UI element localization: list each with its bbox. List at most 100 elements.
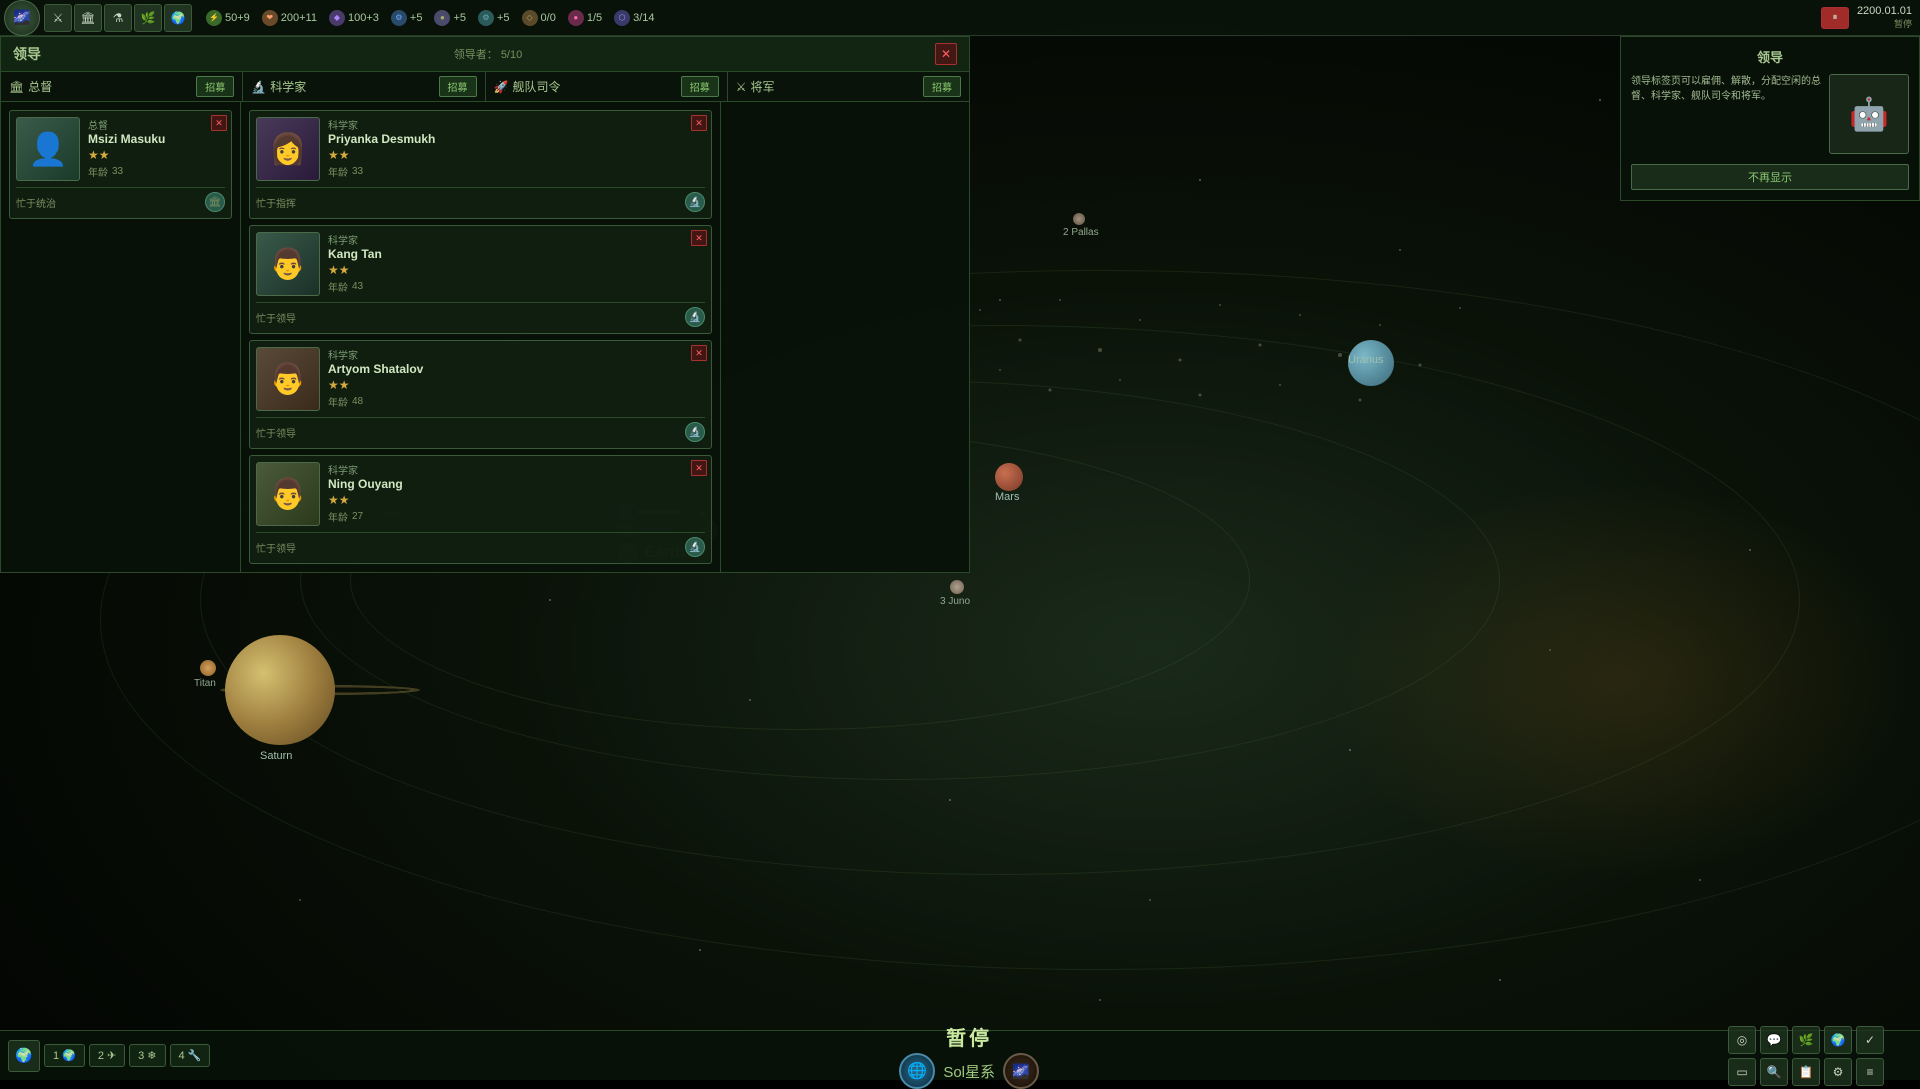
scientist-name-2: Artyom Shatalov	[328, 362, 705, 376]
governor-status-0: 忙于统治 🏛	[16, 187, 225, 212]
top-bar: 🌌 ⚔ 🏛 ⚗ 🌿 🌍 ⚡ 50+9 ❤ 200+11 ◆ 100+3 ⚙ +5…	[0, 0, 1920, 36]
governor-recruit-button[interactable]: 招募	[196, 76, 234, 97]
governor-type-0: 总督	[88, 117, 225, 132]
br-icon-6[interactable]: ▭	[1728, 1058, 1756, 1086]
scientist-card-2[interactable]: 👨 科学家 Artyom Shatalov ★★ 年龄 48 ✕ 忙于领导 🔬	[249, 340, 712, 449]
governor-icon: 🏛	[9, 80, 24, 94]
br-icon-4[interactable]: 🌍	[1824, 1026, 1852, 1054]
scientist-portrait-1: 👨	[256, 232, 320, 296]
br-icon-5[interactable]: ✓	[1856, 1026, 1884, 1054]
top-icon-1[interactable]: ⚔	[44, 4, 72, 32]
leaders-body: 👤 总督 Msizi Masuku ★★ 年龄 33 ✕ 忙于统治 🏛	[1, 102, 969, 572]
scientist-age-label-1: 年龄	[328, 279, 348, 294]
governor-card-0[interactable]: 👤 总督 Msizi Masuku ★★ 年龄 33 ✕ 忙于统治 🏛	[9, 110, 232, 219]
br-icon-8[interactable]: 📋	[1792, 1058, 1820, 1086]
scientist-tab-label: 🔬 科学家	[251, 78, 438, 95]
scientist-stars-3: ★★	[328, 493, 705, 507]
br-icon-10[interactable]: ≡	[1856, 1058, 1884, 1086]
br-icon-9[interactable]: ⚙	[1824, 1058, 1852, 1086]
system-galaxy-icon[interactable]: 🌌	[1003, 1053, 1039, 1089]
resource-unity: ● +5	[428, 8, 472, 28]
saturn-label: Saturn	[260, 750, 292, 762]
panel-close-button[interactable]: ✕	[935, 43, 957, 65]
governor-dismiss-button-0[interactable]: ✕	[211, 115, 227, 131]
bottom-tab-2[interactable]: 2 ✈	[89, 1044, 125, 1067]
scientist-dismiss-button-2[interactable]: ✕	[691, 345, 707, 361]
scientist-dismiss-button-3[interactable]: ✕	[691, 460, 707, 476]
bottom-icon-globe[interactable]: 🌍	[8, 1040, 40, 1072]
titan-body	[200, 660, 216, 676]
scientist-type-0: 科学家	[328, 117, 705, 132]
scientist-dismiss-button-1[interactable]: ✕	[691, 230, 707, 246]
juno-label: 3 Juno	[940, 596, 970, 607]
scientist-card-1[interactable]: 👨 科学家 Kang Tan ★★ 年龄 43 ✕ 忙于领导 🔬	[249, 225, 712, 334]
juno-body	[950, 580, 964, 594]
bottom-tab-3[interactable]: 3 ❄	[129, 1044, 165, 1067]
top-icon-4[interactable]: 🌿	[134, 4, 162, 32]
governor-age-value-0: 33	[112, 166, 123, 177]
tab-scientist[interactable]: 🔬 科学家 招募	[243, 72, 485, 101]
scientist-icon: 🔬	[251, 80, 266, 94]
tab-num-4: 4	[179, 1050, 185, 1062]
top-icon-3[interactable]: ⚗	[104, 4, 132, 32]
tab-fleet-commander[interactable]: 🚀 舰队司令 招募	[486, 72, 728, 101]
fleet-commander-recruit-button[interactable]: 招募	[681, 76, 719, 97]
scientist-type-1: 科学家	[328, 232, 705, 247]
scientist-status-text-0: 忙于指挥	[256, 195, 296, 210]
pause-button[interactable]: ⏸	[1821, 7, 1849, 29]
general-recruit-button[interactable]: 招募	[923, 76, 961, 97]
governor-status-text-0: 忙于统治	[16, 195, 56, 210]
bottom-tab-1[interactable]: 1 🌍	[44, 1044, 85, 1067]
minerals-icon: ◆	[329, 10, 345, 26]
resource-food: ❤ 200+11	[256, 8, 323, 28]
consumer-value: 1/5	[587, 12, 602, 24]
scientist-age-3: 年龄 27	[328, 509, 705, 524]
scientist-status-2: 忙于领导 🔬	[256, 417, 705, 442]
br-icon-1[interactable]: ◎	[1728, 1026, 1756, 1054]
influence-icon: ⚙	[391, 10, 407, 26]
titan-label: Titan	[194, 678, 216, 689]
governor-status-icon-0: 🏛	[205, 192, 225, 212]
alloys-icon: ◇	[522, 10, 538, 26]
influence-value: +5	[410, 12, 423, 24]
system-name-label: Sol星系	[943, 1061, 995, 1082]
resource-alloys: ◇ 0/0	[516, 8, 562, 28]
scientist-stars-0: ★★	[328, 148, 705, 162]
asteroid-belt	[900, 250, 1500, 455]
game-logo[interactable]: 🌌	[4, 0, 40, 36]
br-icon-2[interactable]: 💬	[1760, 1026, 1788, 1054]
scientist-recruit-button[interactable]: 招募	[439, 76, 477, 97]
saturn-body	[225, 635, 335, 745]
fleet-commander-column	[721, 102, 845, 572]
br-icon-7[interactable]: 🔍	[1760, 1058, 1788, 1086]
scientist-card-3[interactable]: 👨 科学家 Ning Ouyang ★★ 年龄 27 ✕ 忙于领导 🔬	[249, 455, 712, 564]
scientist-status-icon-3: 🔬	[685, 537, 705, 557]
scientist-status-icon-2: 🔬	[685, 422, 705, 442]
bottom-tab-4[interactable]: 4 🔧	[170, 1044, 211, 1067]
dont-show-button[interactable]: 不再显示	[1631, 164, 1909, 190]
minerals-value: 100+3	[348, 12, 379, 24]
tab-general[interactable]: ⚔ 将军 招募	[728, 72, 969, 101]
top-icon-5[interactable]: 🌍	[164, 4, 192, 32]
date-display: 2200.01.01 暂停	[1857, 5, 1912, 30]
scientist-info-3: 科学家 Ning Ouyang ★★ 年龄 27	[328, 462, 705, 524]
resource-stratres: ⬡ 3/14	[608, 8, 660, 28]
uranus-label: Uranus	[1348, 354, 1383, 366]
leader-tab-row: 🏛 总督 招募 🔬 科学家 招募 🚀 舰队司令 招募 ⚔ 将军 招募	[1, 72, 969, 102]
top-icon-2[interactable]: 🏛	[74, 4, 102, 32]
right-info-panel: 领导 领导标签页可以雇佣、解散，分配空闲的总督、科学家、舰队司令和将军。 🤖 不…	[1620, 36, 1920, 201]
scientist-card-0[interactable]: 👩 科学家 Priyanka Desmukh ★★ 年龄 33 ✕ 忙于指挥 🔬	[249, 110, 712, 219]
governor-portrait-0: 👤	[16, 117, 80, 181]
tab-icon-2: ✈	[107, 1049, 116, 1062]
scientist-status-1: 忙于领导 🔬	[256, 302, 705, 327]
food-icon: ❤	[262, 10, 278, 26]
leader-panel: 领导 领导者： 5/10 ✕ 🏛 总督 招募 🔬 科学家 招募 🚀 舰队司令	[0, 36, 970, 573]
game-date: 2200.01.01	[1857, 5, 1912, 17]
scientist-dismiss-button-0[interactable]: ✕	[691, 115, 707, 131]
bottom-bar: 🌍 1 🌍 2 ✈ 3 ❄ 4 🔧 暂停 🌐 Sol星系 🌌 ◎ 💬 🌿 🌍	[0, 1030, 1920, 1080]
system-icon[interactable]: 🌐	[899, 1053, 935, 1089]
tab-governor[interactable]: 🏛 总督 招募	[1, 72, 243, 101]
governor-name-0: Msizi Masuku	[88, 132, 225, 146]
br-icon-3[interactable]: 🌿	[1792, 1026, 1820, 1054]
resource-tech: ⚙ +5	[472, 8, 516, 28]
